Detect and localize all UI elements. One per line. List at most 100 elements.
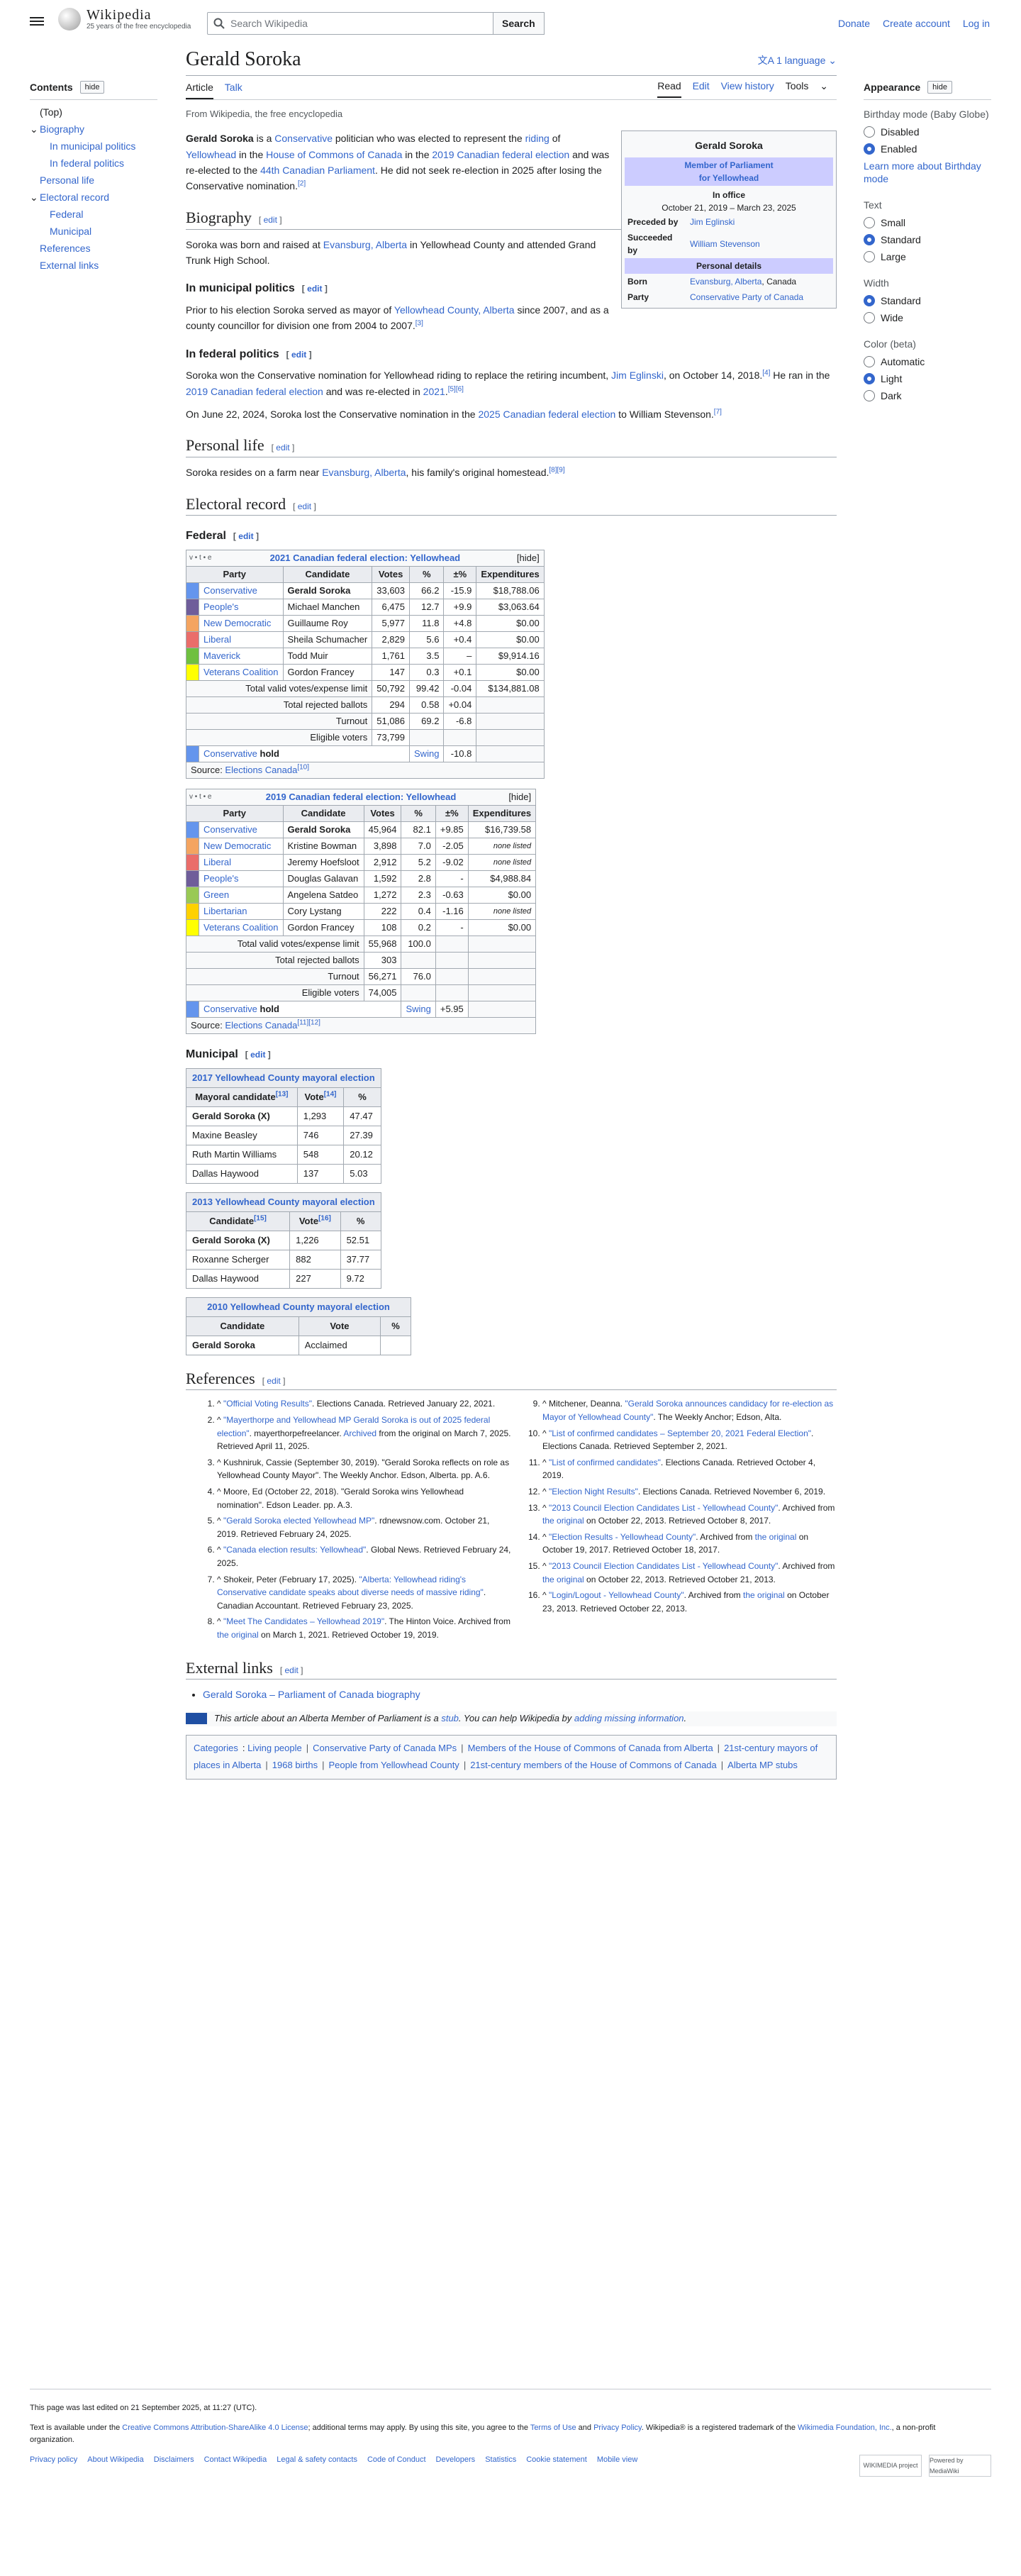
- inline-link[interactable]: "Login/Logout - Yellowhead County": [549, 1590, 684, 1600]
- navbox-vte[interactable]: v • t • e: [189, 791, 211, 804]
- radio-option[interactable]: Light: [864, 372, 991, 385]
- election-title-link[interactable]: 2017 Yellowhead County mayoral election: [192, 1072, 375, 1083]
- chevron-down-icon[interactable]: ⌄: [30, 189, 40, 205]
- radio-option[interactable]: Large: [864, 250, 991, 263]
- inline-link[interactable]: "Canada election results: Yellowhead": [223, 1545, 366, 1555]
- citation-link[interactable]: [4]: [762, 370, 770, 377]
- radio-option[interactable]: Automatic: [864, 355, 991, 368]
- main-menu-icon[interactable]: [30, 15, 44, 29]
- section-edit-link[interactable]: [ edit ]: [245, 1050, 271, 1060]
- categories-label[interactable]: Categories: [194, 1743, 238, 1753]
- radio-icon[interactable]: [864, 251, 875, 263]
- party-link[interactable]: Conservative: [203, 748, 257, 759]
- tab-read[interactable]: Read: [657, 78, 681, 99]
- radio-icon[interactable]: [864, 234, 875, 246]
- category-link[interactable]: 1968 births: [272, 1760, 318, 1770]
- mediawiki-badge[interactable]: Powered by MediaWiki: [929, 2455, 991, 2477]
- footer-link[interactable]: Statistics: [485, 2455, 516, 2464]
- election-title-link[interactable]: 2013 Yellowhead County mayoral election: [192, 1197, 375, 1207]
- category-link[interactable]: Living people: [247, 1743, 302, 1753]
- inline-link[interactable]: Archived: [343, 1428, 376, 1438]
- inline-link[interactable]: 2021: [423, 386, 445, 397]
- radio-option[interactable]: Standard: [864, 294, 991, 307]
- section-edit-link[interactable]: [ edit ]: [293, 501, 316, 511]
- footer-link[interactable]: About Wikipedia: [87, 2455, 144, 2464]
- wikimedia-badge[interactable]: WIKIMEDIA project: [859, 2455, 922, 2477]
- radio-icon[interactable]: [864, 143, 875, 155]
- radio-option[interactable]: Dark: [864, 389, 991, 402]
- inline-link[interactable]: "2013 Council Election Candidates List -…: [549, 1503, 778, 1513]
- search-button[interactable]: Search: [493, 12, 545, 35]
- birthday-mode-link[interactable]: Learn more about Birthday mode: [864, 160, 991, 185]
- inline-link[interactable]: Wikimedia Foundation, Inc.: [798, 2424, 892, 2432]
- inline-link[interactable]: 2025 Canadian federal election: [478, 409, 615, 420]
- toc-item[interactable]: In municipal politics: [30, 138, 157, 154]
- toc-item[interactable]: ⌄ Biography: [30, 121, 157, 137]
- inline-link[interactable]: stub: [441, 1713, 459, 1723]
- search-input[interactable]: Search Wikipedia: [207, 12, 493, 35]
- tools-menu[interactable]: Tools ⌄: [786, 78, 828, 99]
- inline-link[interactable]: "Election Results - Yellowhead County": [549, 1532, 696, 1542]
- wikipedia-logo[interactable]: Wikipedia 25 years of the free encyclope…: [58, 7, 191, 31]
- inline-link[interactable]: Yellowhead: [186, 149, 236, 160]
- infobox-succeeded-link[interactable]: William Stevenson: [690, 239, 760, 249]
- footer-link[interactable]: Cookie statement: [526, 2455, 587, 2464]
- source-link[interactable]: Elections Canada: [225, 765, 297, 775]
- infobox-office-link[interactable]: Member of Parliament: [684, 160, 773, 170]
- infobox-office2-link[interactable]: for Yellowhead: [699, 173, 759, 183]
- party-link[interactable]: People's: [203, 873, 238, 884]
- infobox-preceded-link[interactable]: Jim Eglinski: [690, 217, 735, 227]
- party-link[interactable]: Liberal: [203, 857, 231, 867]
- citation-link[interactable]: [8][9]: [549, 467, 564, 474]
- category-link[interactable]: 21st-century members of the House of Com…: [470, 1760, 717, 1770]
- hide-table-button[interactable]: [hide]: [508, 791, 531, 804]
- party-link[interactable]: Maverick: [203, 650, 240, 661]
- footer-link[interactable]: Privacy policy: [30, 2455, 77, 2464]
- footer-link[interactable]: Developers: [436, 2455, 476, 2464]
- citation-link[interactable]: [11][12]: [297, 1019, 320, 1027]
- section-edit-link[interactable]: [ edit ]: [272, 443, 295, 453]
- party-link[interactable]: Veterans Coalition: [203, 667, 279, 677]
- inline-link[interactable]: the original: [542, 1575, 584, 1584]
- tab-view-history[interactable]: View history: [721, 78, 774, 96]
- tab-talk[interactable]: Talk: [225, 79, 242, 98]
- election-title-link[interactable]: 2021 Canadian federal election: Yellowhe…: [270, 553, 461, 563]
- election-title-link[interactable]: 2010 Yellowhead County mayoral election: [207, 1301, 390, 1312]
- log-in-link[interactable]: Log in: [963, 18, 990, 29]
- category-link[interactable]: Members of the House of Commons of Canad…: [468, 1743, 713, 1753]
- party-link[interactable]: Green: [203, 889, 229, 900]
- footer-link[interactable]: Disclaimers: [154, 2455, 194, 2464]
- citation-link[interactable]: [2]: [298, 180, 306, 188]
- inline-link[interactable]: Yellowhead County, Alberta: [394, 304, 515, 316]
- language-button[interactable]: 文A 1 language ⌄: [758, 52, 837, 68]
- inline-link[interactable]: "Gerald Soroka announces candidacy for r…: [542, 1399, 833, 1422]
- section-edit-link[interactable]: [ edit ]: [259, 215, 282, 225]
- category-link[interactable]: Conservative Party of Canada MPs: [313, 1743, 457, 1753]
- infobox-party-link[interactable]: Conservative Party of Canada: [690, 292, 803, 302]
- category-link[interactable]: People from Yellowhead County: [329, 1760, 459, 1770]
- inline-link[interactable]: "Election Night Results": [549, 1487, 638, 1497]
- radio-icon[interactable]: [864, 312, 875, 324]
- inline-link[interactable]: Evansburg, Alberta: [323, 239, 407, 250]
- inline-link[interactable]: "List of confirmed candidates": [549, 1458, 661, 1467]
- navbox-vte[interactable]: v • t • e: [189, 552, 211, 565]
- toc-item[interactable]: (Top): [30, 104, 157, 120]
- radio-option[interactable]: Small: [864, 216, 991, 229]
- tab-article[interactable]: Article: [186, 79, 213, 100]
- section-edit-link[interactable]: [ edit ]: [286, 350, 312, 360]
- footer-link[interactable]: Mobile view: [597, 2455, 637, 2464]
- party-link[interactable]: Libertarian: [203, 906, 247, 916]
- inline-link[interactable]: "Alberta: Yellowhead riding's Conservati…: [217, 1575, 484, 1598]
- citation-link[interactable]: [7]: [714, 408, 722, 416]
- footer-link[interactable]: Legal & safety contacts: [277, 2455, 357, 2464]
- inline-link[interactable]: Terms of Use: [530, 2424, 576, 2432]
- radio-icon[interactable]: [864, 217, 875, 229]
- toc-hide-button[interactable]: hide: [79, 81, 105, 94]
- external-link-parliament[interactable]: Gerald Soroka – Parliament of Canada bio…: [203, 1689, 420, 1700]
- swing-link[interactable]: Swing: [414, 748, 439, 759]
- party-link[interactable]: Conservative: [203, 824, 257, 835]
- party-link[interactable]: Veterans Coalition: [203, 922, 279, 933]
- hide-table-button[interactable]: [hide]: [517, 552, 540, 565]
- footer-link[interactable]: Code of Conduct: [367, 2455, 426, 2464]
- citation-link[interactable]: [3]: [415, 320, 423, 328]
